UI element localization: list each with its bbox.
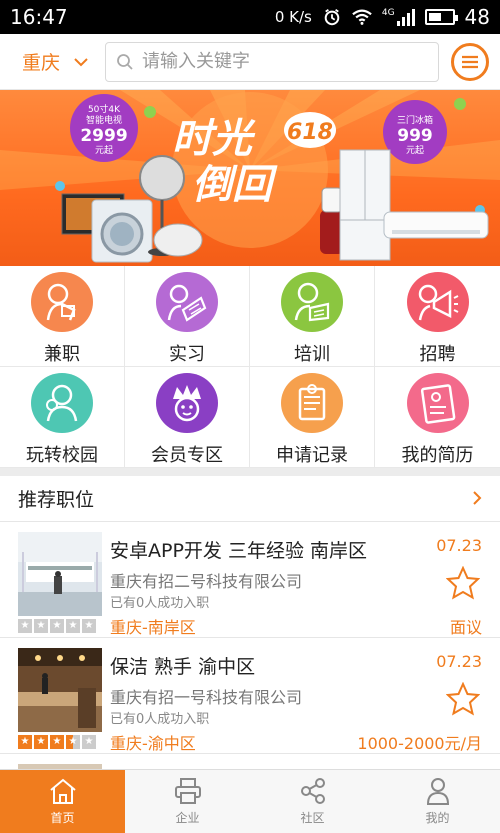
rating-stars: ★ ★ ★ ★ ★ <box>18 735 96 749</box>
promo-banner[interactable]: 50寸4K 智能电视 2999 元起 三门冰箱 999 元起 时光 618 倒回 <box>0 90 500 266</box>
resume-icon <box>406 373 469 433</box>
category-label: 我的简历 <box>401 445 474 466</box>
category-grid: 兼职 实习 培训 招聘 玩转校园 会员专区 申请记录 我的简历 <box>0 266 500 468</box>
company-photo <box>18 648 102 732</box>
banner-headline-top: 时光 <box>172 116 256 162</box>
crown-face-icon <box>156 373 218 433</box>
laptop-person-icon <box>156 272 218 332</box>
battery-icon <box>424 9 458 25</box>
banner-promo-number: 618 <box>287 120 333 145</box>
category-label: 兼职 <box>44 344 80 365</box>
banner-headline-bottom: 倒回 <box>192 162 278 208</box>
category-campus[interactable]: 玩转校园 <box>0 367 125 468</box>
category-recruit[interactable]: 招聘 <box>375 266 500 367</box>
category-part-time[interactable]: 兼职 <box>0 266 125 367</box>
category-label: 培训 <box>294 344 330 365</box>
job-salary: 面议 <box>449 618 482 637</box>
rating-stars: ★ ★ ★ ★ ★ <box>18 619 96 633</box>
right-badge-price: 999 <box>397 126 433 146</box>
net-speed: 0 K/s <box>274 8 312 26</box>
menu-button[interactable] <box>451 42 489 81</box>
bottom-tab-bar: 首页 企业 社区 我的 <box>0 769 500 833</box>
user-icon <box>426 778 449 805</box>
job-location: 重庆-渝中区 <box>110 734 196 753</box>
job-location: 重庆-南岸区 <box>110 618 196 637</box>
category-vip[interactable]: 会员专区 <box>125 367 250 468</box>
signal-icon: 4G <box>382 8 415 26</box>
job-title: 安卓APP开发 三年经验 南岸区 <box>110 540 367 562</box>
search-box[interactable] <box>105 41 439 82</box>
company-name: 重庆有招一号科技有限公司 <box>110 688 303 707</box>
category-internship[interactable]: 实习 <box>125 266 250 367</box>
recommend-header[interactable]: 推荐职位 <box>0 476 500 522</box>
banner-art: 50寸4K 智能电视 2999 元起 三门冰箱 999 元起 时光 618 倒回 <box>0 90 500 263</box>
category-label: 会员专区 <box>151 445 223 466</box>
category-label: 招聘 <box>419 344 456 365</box>
category-resume[interactable]: 我的简历 <box>375 367 500 468</box>
favorite-star-icon[interactable] <box>445 681 481 720</box>
city-label: 重庆 <box>22 52 61 74</box>
campus-person-icon <box>31 373 93 433</box>
favorite-star-icon[interactable] <box>445 565 481 604</box>
menu-icon <box>462 55 478 68</box>
chevron-right-icon <box>472 487 482 511</box>
company-name: 重庆有招二号科技有限公司 <box>110 572 303 591</box>
right-badge-line1: 三门冰箱 <box>397 114 433 126</box>
category-training[interactable]: 培训 <box>250 266 375 367</box>
section-divider <box>0 468 500 476</box>
part-time-icon <box>31 272 93 332</box>
left-badge-line2: 智能电视 <box>86 114 122 126</box>
status-time: 16:47 <box>10 5 68 29</box>
search-input[interactable] <box>142 51 402 72</box>
category-label: 申请记录 <box>276 445 348 466</box>
alarm-icon <box>324 9 340 26</box>
job-item[interactable]: ★ ★ ★ ★ ★ 保洁 熟手 渝中区 重庆有招一号科技有限公司 已有0人成功入职 重庆… <box>0 638 500 754</box>
job-salary: 1000-2000元/月 <box>357 734 482 753</box>
tab-home[interactable]: 首页 <box>0 770 125 833</box>
chevron-down-icon <box>74 52 88 71</box>
printer-icon <box>174 778 201 804</box>
left-badge-unit: 元起 <box>95 145 113 156</box>
job-date: 07.23 <box>436 652 482 671</box>
tab-label: 首页 <box>50 811 75 825</box>
tab-community[interactable]: 社区 <box>250 770 375 833</box>
top-header: 重庆 <box>0 34 500 90</box>
search-icon <box>117 53 133 70</box>
document-icon <box>281 373 343 433</box>
company-photo <box>18 532 102 616</box>
category-label: 实习 <box>169 344 205 365</box>
left-badge-line1: 50寸4K <box>88 103 121 115</box>
battery-level: 48 <box>464 5 490 29</box>
job-date: 07.23 <box>436 536 482 555</box>
category-label: 玩转校园 <box>26 445 98 466</box>
tab-company[interactable]: 企业 <box>125 770 250 833</box>
tab-mine[interactable]: 我的 <box>375 770 500 833</box>
tab-label: 我的 <box>425 811 450 825</box>
category-applications[interactable]: 申请记录 <box>250 367 375 468</box>
tab-label: 企业 <box>175 811 200 825</box>
home-icon <box>49 778 76 804</box>
recommend-title: 推荐职位 <box>18 489 95 511</box>
job-item[interactable]: ★ ★ ★ ★ ★ 安卓APP开发 三年经验 南岸区 重庆有招二号科技有限公司 已有0人… <box>0 522 500 638</box>
right-badge-unit: 元起 <box>406 145 424 156</box>
hire-count: 已有0人成功入职 <box>110 712 210 727</box>
status-bar: 16:47 0 K/s 4G 48 <box>0 0 500 34</box>
job-title: 保洁 熟手 渝中区 <box>110 656 256 678</box>
reading-person-icon <box>281 272 343 332</box>
tab-label: 社区 <box>300 811 325 825</box>
share-icon <box>300 778 325 804</box>
wifi-icon <box>352 9 372 25</box>
left-badge-price: 2999 <box>80 126 127 146</box>
city-selector[interactable]: 重庆 <box>0 48 105 75</box>
hire-count: 已有0人成功入职 <box>110 596 210 611</box>
megaphone-icon <box>406 272 469 332</box>
